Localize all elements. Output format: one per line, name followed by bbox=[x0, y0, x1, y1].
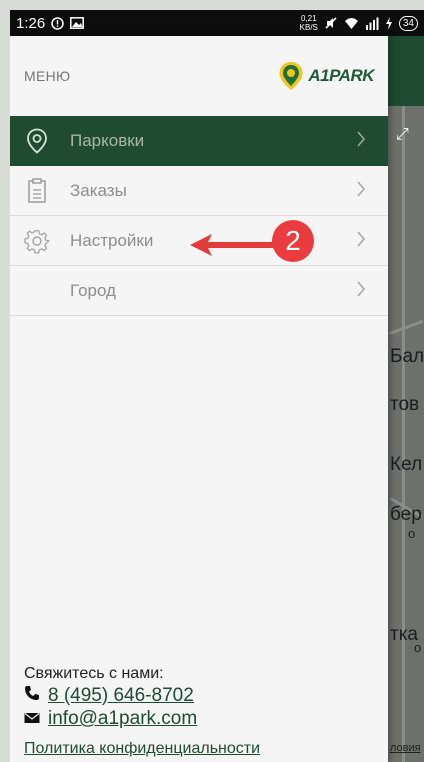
charging-icon bbox=[385, 16, 393, 30]
menu-item-parkings[interactable]: Парковки bbox=[10, 116, 388, 166]
signal-icon bbox=[365, 17, 379, 30]
phone-icon bbox=[24, 684, 40, 707]
image-notification-icon bbox=[70, 17, 85, 29]
wifi-icon bbox=[344, 17, 359, 30]
menu-item-orders[interactable]: Заказы bbox=[10, 166, 388, 216]
annotation-badge: 2 bbox=[272, 220, 314, 262]
map-background[interactable]: ⤢ Бал тов Кел бер о тка о ловия bbox=[388, 36, 424, 762]
map-toolbar bbox=[388, 36, 424, 106]
logo-pin-icon bbox=[279, 62, 303, 90]
email-row: info@a1park.com bbox=[24, 707, 197, 730]
app-logo: A1PARK bbox=[278, 61, 374, 91]
status-bar: 1:26 0,21 KB/S 34 bbox=[10, 10, 424, 36]
chevron-right-icon bbox=[356, 130, 366, 153]
drawer-header: МЕНЮ A1PARK bbox=[10, 36, 388, 116]
alert-icon bbox=[51, 16, 64, 30]
expand-map-icon[interactable]: ⤢ bbox=[396, 126, 409, 144]
menu-item-label: Парковки bbox=[70, 131, 145, 150]
status-time: 1:26 bbox=[16, 14, 46, 32]
email-link[interactable]: info@a1park.com bbox=[48, 707, 197, 730]
menu-title: МЕНЮ bbox=[24, 68, 71, 84]
chevron-right-icon bbox=[356, 180, 366, 203]
map-terms-link[interactable]: ловия bbox=[390, 742, 421, 754]
map-label: тов bbox=[390, 394, 420, 415]
menu-item-city[interactable]: Город bbox=[10, 266, 388, 316]
navigation-drawer: МЕНЮ A1PARK Парковки Заказы Настройки Го… bbox=[10, 36, 388, 762]
map-pin-icon bbox=[24, 128, 50, 154]
menu-item-label: Заказы bbox=[70, 180, 127, 200]
annotation-arrow-icon bbox=[190, 234, 278, 256]
map-label: Кел bbox=[390, 454, 423, 475]
phone-link[interactable]: 8 (495) 646-8702 bbox=[48, 684, 194, 707]
battery-indicator: 34 bbox=[398, 15, 418, 31]
phone-screen: 1:26 0,21 KB/S 34 ⤢ Бал тов Кел бер о тк… bbox=[10, 10, 424, 762]
map-label: бер bbox=[390, 504, 422, 525]
menu-item-label: Город bbox=[70, 280, 116, 300]
gear-icon bbox=[24, 228, 50, 254]
map-label: о bbox=[414, 640, 422, 655]
privacy-policy-link[interactable]: Политика конфиденциальности bbox=[24, 740, 260, 758]
network-speed: 0,21 KB/S bbox=[299, 14, 318, 32]
logo-text: A1PARK bbox=[308, 66, 374, 85]
map-label: Бал bbox=[390, 346, 424, 367]
contact-section: Свяжитесь с нами: 8 (495) 646-8702 info@… bbox=[24, 665, 197, 730]
contact-title: Свяжитесь с нами: bbox=[24, 665, 164, 682]
map-canvas bbox=[388, 106, 424, 762]
menu-item-label: Настройки bbox=[70, 230, 154, 250]
chevron-right-icon bbox=[356, 280, 366, 303]
chevron-right-icon bbox=[356, 230, 366, 253]
phone-row: 8 (495) 646-8702 bbox=[24, 684, 197, 707]
mute-icon bbox=[324, 16, 338, 30]
clipboard-icon bbox=[24, 177, 50, 204]
envelope-icon bbox=[24, 707, 40, 730]
map-label: о bbox=[408, 526, 416, 541]
